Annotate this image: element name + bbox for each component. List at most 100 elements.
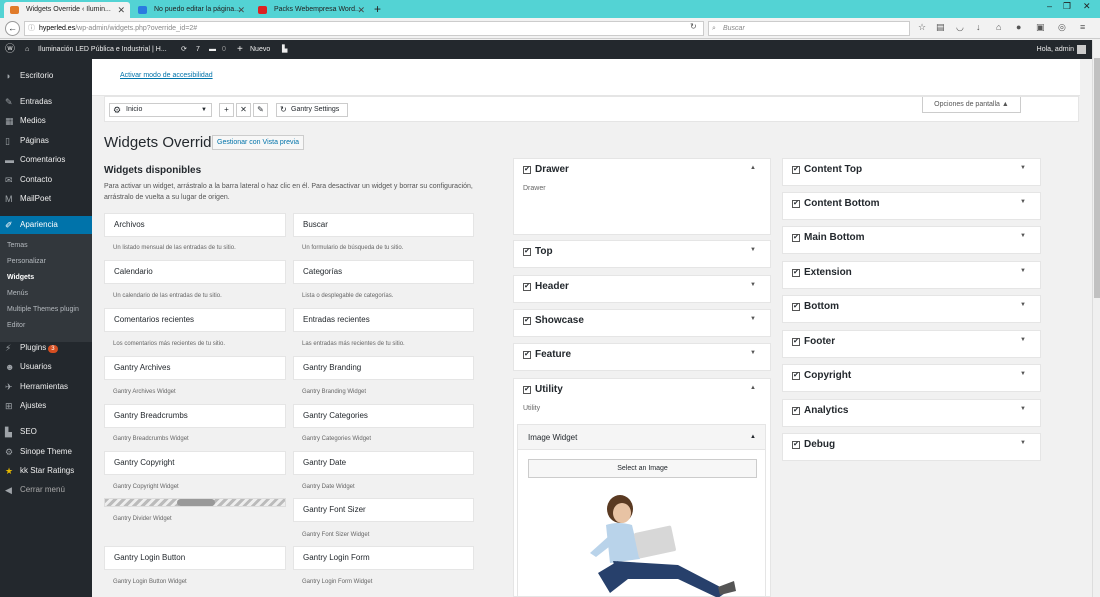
sidebar-item-cerrar-menu[interactable]: ◀ Cerrar menú [0,481,92,499]
chevron-down-icon[interactable]: ▼ [1020,371,1026,377]
sidebar-area-bottom[interactable]: ✔ Bottom ▼ [782,295,1041,323]
widget-gantry-divider[interactable] [104,498,286,507]
download-icon[interactable]: ↓ [976,22,981,32]
widget-gantry-login-form[interactable]: Gantry Login Form [293,546,474,570]
chevron-down-icon[interactable]: ▼ [1020,406,1026,412]
close-tab-icon[interactable]: ✕ [237,2,245,18]
search-input[interactable]: ⌕ Buscar [708,21,910,36]
chevron-down-icon[interactable]: ▼ [1020,233,1026,239]
chevron-down-icon[interactable]: ▼ [1020,337,1026,343]
chevron-down-icon[interactable]: ▼ [1020,199,1026,205]
submenu-item-multiple-themes[interactable]: Multiple Themes plugin [7,306,79,313]
new-plus-icon[interactable]: + [237,40,243,59]
browser-tab-forum[interactable]: No puedo editar la página... ✕ [132,2,250,18]
chevron-up-icon[interactable]: ▲ [750,385,756,391]
chevron-up-icon[interactable]: ▲ [750,165,756,171]
chevron-down-icon[interactable]: ▼ [750,350,756,356]
site-name-link[interactable]: Iluminación LED Pública e Industrial | H… [38,40,167,59]
sidebar-item-herramientas[interactable]: ✈ Herramientas [0,378,92,396]
widget-gantry-branding[interactable]: Gantry Branding [293,356,474,380]
sidebar-area-drawer[interactable]: ✔ Drawer ▲ Drawer [513,158,771,235]
submenu-item-personalizar[interactable]: Personalizar [7,258,46,265]
widget-gantry-archives[interactable]: Gantry Archives [104,356,286,380]
widget-gantry-categories[interactable]: Gantry Categories [293,404,474,428]
comments-icon[interactable]: ▬ [209,40,216,59]
new-tab-icon[interactable]: + [374,2,381,16]
sidebar-item-apariencia[interactable]: ✐ Apariencia [0,216,92,234]
sidebar-item-kk-star-ratings[interactable]: ★ kk Star Ratings [0,462,92,480]
sidebar-item-sinope-theme[interactable]: ⚙ Sinope Theme [0,443,92,461]
sidebar-item-comentarios[interactable]: ▬ Comentarios [0,151,92,169]
close-window-icon[interactable]: ✕ [1083,1,1091,12]
outline-select[interactable]: ⚙ Inicio ▼ [109,103,212,117]
sidebar-item-contacto[interactable]: ✉ Contacto [0,171,92,189]
select-image-button[interactable]: Select an Image [528,459,757,478]
chat-icon[interactable]: ● [1016,22,1021,32]
account-menu[interactable]: Hola, admin [1037,40,1086,59]
sidebar-area-debug[interactable]: ✔ Debug ▼ [782,433,1041,461]
sidebar-item-entradas[interactable]: ✎ Entradas [0,93,92,111]
manage-preview-button[interactable]: Gestionar con Vista previa [212,135,304,150]
menu-icon[interactable]: ≡ [1080,22,1085,32]
sidebar-area-top[interactable]: ✔ Top ▼ [513,240,771,268]
close-tab-icon[interactable]: ✕ [357,2,365,18]
sidebar-item-mailpoet[interactable]: M MailPoet [0,190,92,208]
home-icon[interactable]: ⌂ [996,22,1001,32]
sidebar-area-copyright[interactable]: ✔ Copyright ▼ [782,364,1041,392]
chevron-down-icon[interactable]: ▼ [750,282,756,288]
close-tab-icon[interactable]: ✕ [117,2,125,18]
sidebar-area-main-bottom[interactable]: ✔ Main Bottom ▼ [782,226,1041,254]
chevron-down-icon[interactable]: ▼ [750,316,756,322]
edit-outline-button[interactable]: ✎ [253,103,268,117]
widget-entradas-recientes[interactable]: Entradas recientes [293,308,474,332]
sidebar-area-header[interactable]: ✔ Header ▼ [513,275,771,303]
sidebar-area-feature[interactable]: ✔ Feature ▼ [513,343,771,371]
sidebar-area-content-bottom[interactable]: ✔ Content Bottom ▼ [782,192,1041,220]
reading-list-icon[interactable]: ▤ [936,22,945,33]
chevron-down-icon[interactable]: ▼ [1020,302,1026,308]
chevron-down-icon[interactable]: ▼ [1020,268,1026,274]
submenu-item-editor[interactable]: Editor [7,322,25,329]
chevron-down-icon[interactable]: ▼ [750,247,756,253]
restore-icon[interactable]: ❐ [1063,1,1071,12]
chevron-down-icon[interactable]: ▼ [1020,440,1026,446]
sidebar-item-plugins[interactable]: ⚡ Plugins 3 [0,339,92,357]
wordpress-logo-icon[interactable]: ⓦ [5,40,15,59]
sidebar-item-paginas[interactable]: ▯ Páginas [0,132,92,150]
url-bar[interactable]: ⓘ hyperled.es/wp-admin/widgets.php?overr… [24,21,704,36]
sidebar-area-content-top[interactable]: ✔ Content Top ▼ [782,158,1041,186]
widget-gantry-breadcrumbs[interactable]: Gantry Breadcrumbs [104,404,286,428]
widget-calendario[interactable]: Calendario [104,260,286,284]
sidebar-area-showcase[interactable]: ✔ Showcase ▼ [513,309,771,337]
widget-gantry-copyright[interactable]: Gantry Copyright [104,451,286,475]
minimize-icon[interactable]: – [1047,1,1052,11]
bookmark-star-icon[interactable]: ☆ [918,22,926,33]
screenshot-icon[interactable]: ▣ [1036,22,1045,33]
sidebar-item-ajustes[interactable]: ⊞ Ajustes [0,397,92,415]
sidebar-item-usuarios[interactable]: ☻ Usuarios [0,358,92,376]
chevron-down-icon[interactable]: ▼ [1020,165,1026,171]
widget-gantry-font-sizer[interactable]: Gantry Font Sizer [293,498,474,522]
submenu-item-widgets[interactable]: Widgets [7,274,34,281]
accessibility-mode-link[interactable]: Activar modo de accesibilidad [120,72,213,79]
screen-options-button[interactable]: Opciones de pantalla ▲ [922,97,1021,113]
sidebar-area-footer[interactable]: ✔ Footer ▼ [782,330,1041,358]
sidebar-item-seo[interactable]: ▙ SEO [0,423,92,441]
new-content-link[interactable]: Nuevo [250,40,270,59]
chevron-up-icon[interactable]: ▲ [750,425,756,450]
site-home-icon[interactable]: ⌂ [25,40,29,59]
gantry-settings-button[interactable]: ↻ Gantry Settings [276,103,348,117]
widget-buscar[interactable]: Buscar [293,213,474,237]
sidebar-item-medios[interactable]: ▦ Medios [0,112,92,130]
extension-icon[interactable]: ◎ [1058,22,1066,33]
browser-tab-packs[interactable]: Packs Webempresa Word... ✕ [252,2,370,18]
scrollbar-thumb[interactable] [1094,58,1100,298]
widget-gantry-date[interactable]: Gantry Date [293,451,474,475]
submenu-item-menus[interactable]: Menús [7,290,28,297]
submenu-item-temas[interactable]: Temas [7,242,28,249]
widget-archivos[interactable]: Archivos [104,213,286,237]
widget-comentarios-recientes[interactable]: Comentarios recientes [104,308,286,332]
page-scrollbar[interactable] [1092,40,1100,597]
widget-categorias[interactable]: Categorías [293,260,474,284]
updates-count[interactable]: 7 [196,40,200,59]
